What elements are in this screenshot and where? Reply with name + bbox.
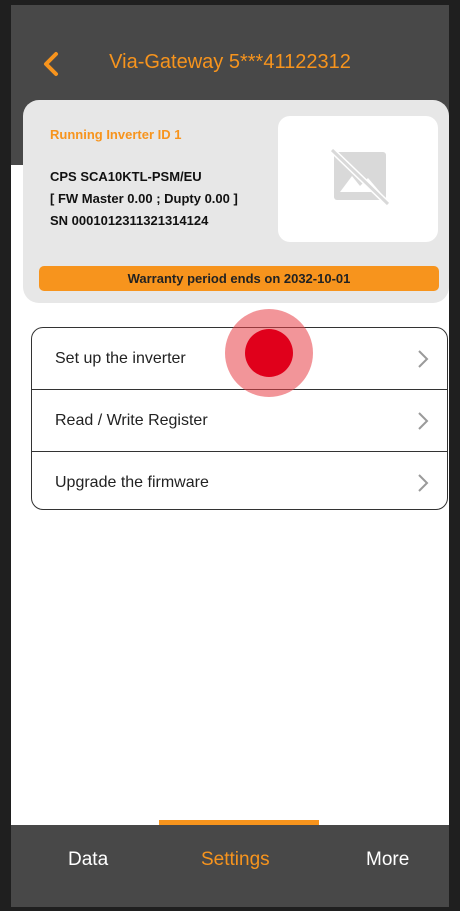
bottom-tab-bar: Data Settings More — [11, 825, 449, 907]
menu-item-read-write-register[interactable]: Read / Write Register — [32, 390, 447, 451]
menu-item-label: Read / Write Register — [55, 411, 208, 429]
chevron-right-icon — [418, 473, 429, 492]
no-image-icon — [330, 147, 390, 206]
tab-settings[interactable]: Settings — [201, 849, 270, 871]
app-screen: Via-Gateway 5***41122312 Running Inverte… — [0, 0, 460, 911]
firmware-version: [ FW Master 0.00 ; Dupty 0.00 ] — [50, 191, 238, 206]
running-inverter-label: Running Inverter ID 1 — [50, 127, 182, 142]
chevron-right-icon — [418, 349, 429, 368]
touch-indicator-dot — [245, 329, 293, 377]
inverter-image-placeholder — [278, 116, 438, 242]
inverter-card: Running Inverter ID 1 CPS SCA10KTL-PSM/E… — [23, 100, 449, 303]
inverter-model: CPS SCA10KTL-PSM/EU — [50, 169, 202, 184]
menu-item-label: Upgrade the firmware — [55, 473, 209, 491]
chevron-right-icon — [418, 411, 429, 430]
tab-more[interactable]: More — [366, 849, 409, 871]
warranty-banner: Warranty period ends on 2032-10-01 — [39, 266, 439, 291]
touch-indicator — [225, 309, 313, 397]
page-title: Via-Gateway 5***41122312 — [109, 51, 351, 73]
menu-item-upgrade-firmware[interactable]: Upgrade the firmware — [32, 452, 447, 513]
tab-data[interactable]: Data — [68, 849, 108, 871]
serial-number: SN 0001012311321314124 — [50, 213, 209, 228]
